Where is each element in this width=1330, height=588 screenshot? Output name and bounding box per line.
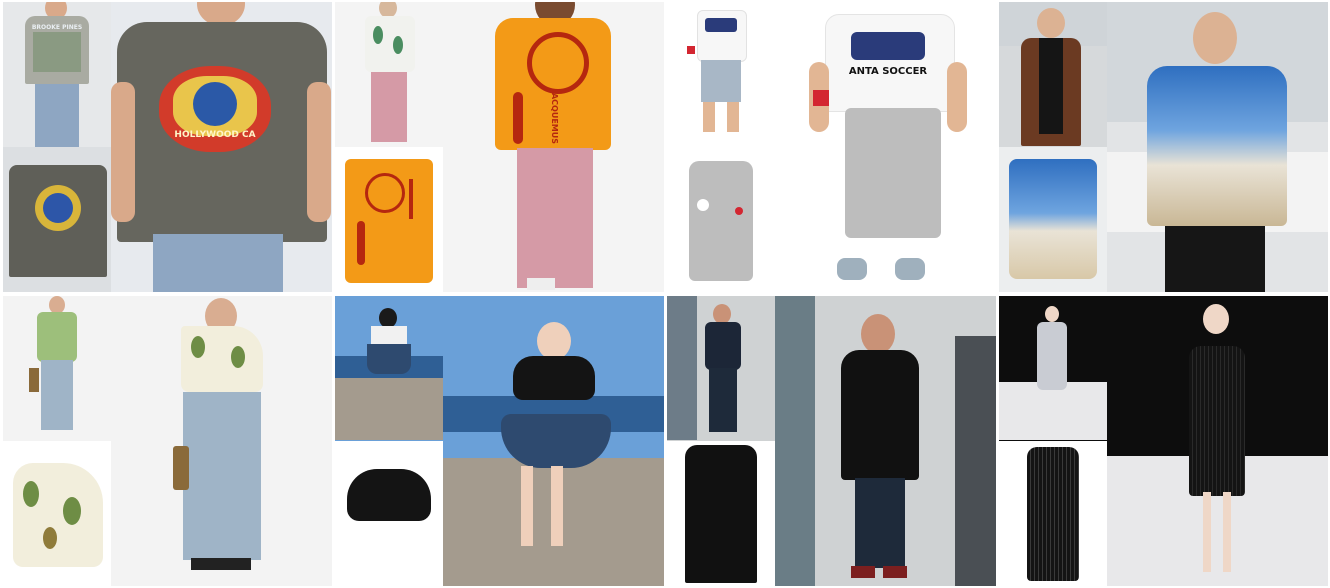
model-thumbnail[interactable]: [667, 296, 775, 441]
tee-print-text: BROOKE PINES: [31, 24, 83, 31]
model-thumbnail[interactable]: [999, 2, 1107, 147]
hero-image[interactable]: [1107, 296, 1328, 586]
tile-orange-print-shirt[interactable]: JACQUEMUS: [335, 2, 664, 292]
model-thumbnail[interactable]: BROOKE PINES: [3, 2, 111, 147]
product-thumbnail[interactable]: [335, 441, 443, 586]
product-thumbnail[interactable]: [335, 147, 443, 292]
product-thumbnail[interactable]: [667, 441, 775, 586]
product-thumbnail[interactable]: [667, 147, 775, 292]
tile-black-crop-blue-skirt[interactable]: [335, 296, 664, 586]
tile-asymmetric-leaf-top[interactable]: [3, 296, 332, 586]
tile-black-fringe-dress[interactable]: [999, 296, 1328, 586]
hero-image[interactable]: ANTA SOCCER: [775, 2, 996, 292]
tile-kids-soccer-tee[interactable]: ANTA SOCCER: [667, 2, 996, 292]
model-thumbnail[interactable]: [667, 2, 775, 147]
hero-image[interactable]: [443, 296, 664, 586]
model-thumbnail[interactable]: [335, 2, 443, 147]
product-thumbnail[interactable]: [3, 147, 111, 292]
shirt-print-text: JACQUEMUS: [550, 90, 559, 145]
model-thumbnail[interactable]: [335, 296, 443, 441]
tile-black-wool-coat[interactable]: [667, 296, 996, 586]
tile-gray-graphic-tee[interactable]: BROOKE PINES HOLLYWOOD CA: [3, 2, 332, 292]
tee-print-text: ANTA SOCCER: [848, 66, 928, 77]
model-thumbnail[interactable]: [3, 296, 111, 441]
tile-blue-resort-shirt[interactable]: [999, 2, 1328, 292]
model-thumbnail[interactable]: [999, 296, 1107, 441]
hero-image[interactable]: [775, 296, 996, 586]
product-thumbnail[interactable]: [3, 441, 111, 586]
hero-image[interactable]: [111, 296, 332, 586]
hero-image[interactable]: HOLLYWOOD CA: [111, 2, 332, 292]
product-image-grid: BROOKE PINES HOLLYWOOD CA JACQUEMUS ANTA…: [0, 0, 1330, 588]
tee-print-text: HOLLYWOOD CA: [174, 130, 256, 140]
product-thumbnail[interactable]: [999, 147, 1107, 292]
product-thumbnail[interactable]: [999, 441, 1107, 586]
hero-image[interactable]: [1107, 2, 1328, 292]
hero-image[interactable]: JACQUEMUS: [443, 2, 664, 292]
